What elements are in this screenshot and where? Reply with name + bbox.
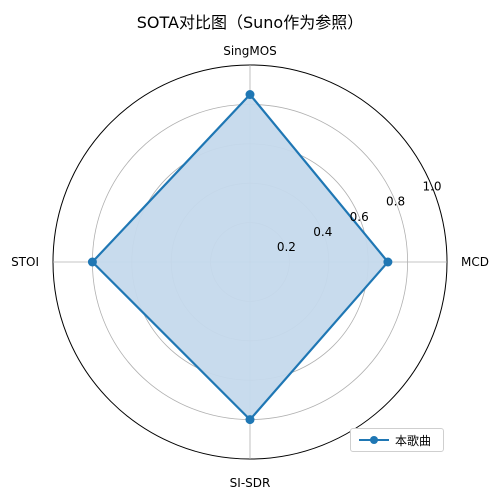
- axis-label: SI-SDR: [230, 476, 271, 490]
- legend: 本歌曲: [350, 428, 444, 452]
- data-point: [245, 415, 255, 425]
- legend-label: 本歌曲: [395, 433, 432, 448]
- r-tick-label: 0.6: [350, 210, 369, 224]
- series-area: [92, 94, 388, 420]
- axis-label: SingMOS: [223, 44, 277, 58]
- radar-chart: SOTA对比图（Suno作为参照） 0.2 0.4 0.6 0.8 1.0 MCD Sing…: [11, 13, 489, 490]
- r-tick-label: 0.8: [386, 195, 405, 209]
- legend-swatch: [359, 436, 389, 444]
- axis-label: MCD: [461, 255, 489, 269]
- data-point: [245, 90, 255, 100]
- data-point: [87, 257, 97, 267]
- r-tick-label: 1.0: [422, 180, 441, 194]
- data-point: [383, 257, 393, 267]
- r-tick-label: 0.2: [277, 240, 296, 254]
- r-tick-label: 0.4: [313, 225, 332, 239]
- chart-title: SOTA对比图（Suno作为参照）: [137, 13, 363, 32]
- axis-label: STOI: [11, 255, 39, 269]
- series-layer: [87, 90, 393, 425]
